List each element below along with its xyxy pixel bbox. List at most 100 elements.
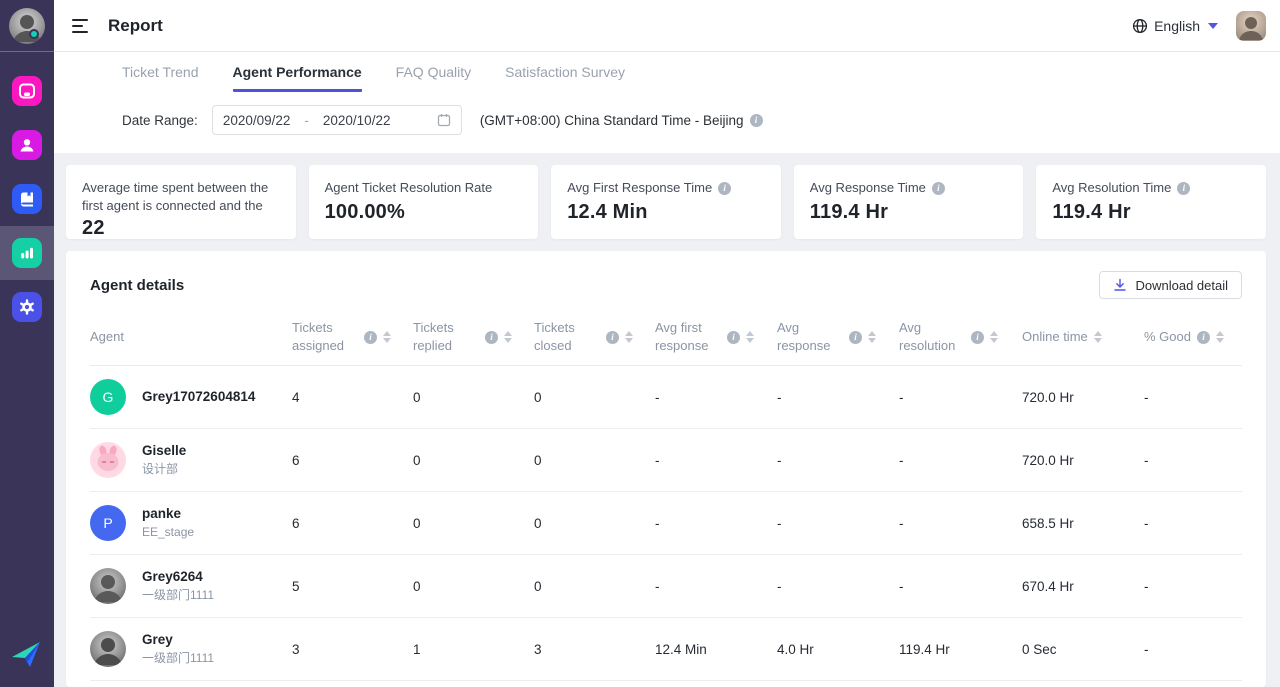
avg-first-response-value: -: [655, 516, 777, 531]
info-icon[interactable]: i: [1197, 331, 1210, 344]
sidebar-profile[interactable]: [0, 0, 54, 52]
agent-avatar: [90, 631, 126, 667]
tickets-assigned-value: 3: [292, 642, 413, 657]
tickets-closed-value: 0: [534, 516, 655, 531]
download-detail-button[interactable]: Download detail: [1099, 271, 1242, 299]
timezone-label: (GMT+08:00) China Standard Time - Beijin…: [480, 113, 744, 128]
online-time-value: 0 Sec: [1022, 642, 1144, 657]
stat-title: Avg Resolution Time: [1052, 179, 1171, 197]
info-icon[interactable]: i: [727, 331, 740, 344]
tickets-replied-value: 0: [413, 579, 534, 594]
download-detail-label: Download detail: [1135, 278, 1228, 293]
timezone-info-icon[interactable]: i: [750, 114, 763, 127]
stat-value: 100.00%: [325, 201, 523, 224]
inbox-icon: [12, 76, 42, 106]
download-icon: [1113, 278, 1127, 292]
avg-first-response-value: -: [655, 453, 777, 468]
menu-toggle-icon[interactable]: [72, 15, 94, 37]
stat-title: Avg First Response Time: [567, 179, 712, 197]
tickets-assigned-value: 6: [292, 453, 413, 468]
col-header-avg-first-response[interactable]: Avg first response i: [655, 319, 777, 355]
sort-icon[interactable]: [746, 331, 754, 343]
percent-good-value: -: [1144, 453, 1242, 468]
start-date-value[interactable]: 2020/09/22: [223, 113, 291, 128]
globe-icon: [1132, 18, 1148, 34]
percent-good-value: -: [1144, 390, 1242, 405]
stat-card-avg-handle-time: Average time spent between the first age…: [66, 165, 296, 239]
person-silhouette-icon: [9, 8, 45, 44]
col-header-tickets-closed[interactable]: Tickets closed i: [534, 319, 655, 355]
date-range-input[interactable]: 2020/09/22 - 2020/10/22: [212, 105, 462, 135]
info-icon[interactable]: i: [606, 331, 619, 344]
sidebar-item-contacts[interactable]: [0, 118, 54, 172]
info-icon[interactable]: i: [1177, 182, 1190, 195]
col-header-tickets-assigned[interactable]: Tickets assigned i: [292, 319, 413, 355]
info-icon[interactable]: i: [364, 331, 377, 344]
agent-avatar: P: [90, 505, 126, 541]
col-header-avg-response[interactable]: Avg response i: [777, 319, 899, 355]
sort-icon[interactable]: [383, 331, 391, 343]
agent-department: EE_stage: [142, 523, 194, 541]
sidebar-item-settings[interactable]: [0, 280, 54, 334]
table-row: Grey6264 一级部门1111 5 0 0 - - - 670.4 Hr -: [90, 555, 1242, 618]
agent-department: 一级部门1111: [142, 649, 214, 667]
tab-agent-performance[interactable]: Agent Performance: [233, 64, 362, 92]
tab-satisfaction-survey[interactable]: Satisfaction Survey: [505, 64, 625, 92]
table-row: Z Zonglu Zhang 3 0 3 - - - 470.1 Hr -: [90, 681, 1242, 687]
tickets-replied-value: 0: [413, 516, 534, 531]
paper-plane-icon: [10, 640, 44, 670]
stat-card-resolution-rate: Agent Ticket Resolution Rate 100.00%: [309, 165, 539, 239]
user-avatar[interactable]: [9, 8, 45, 44]
sort-icon[interactable]: [625, 331, 633, 343]
timezone-text: (GMT+08:00) China Standard Time - Beijin…: [480, 113, 763, 128]
info-icon[interactable]: i: [932, 182, 945, 195]
online-time-value: 720.0 Hr: [1022, 390, 1144, 405]
tickets-assigned-value: 6: [292, 516, 413, 531]
col-header-percent-good[interactable]: % Good i: [1144, 328, 1242, 346]
avg-resolution-value: -: [899, 579, 1022, 594]
col-header-avg-resolution[interactable]: Avg resolution i: [899, 319, 1022, 355]
gear-icon: [12, 292, 42, 322]
agent-avatar: G: [90, 379, 126, 415]
online-status-dot: [29, 29, 39, 39]
end-date-value[interactable]: 2020/10/22: [323, 113, 391, 128]
sidebar-item-knowledge-base[interactable]: [0, 172, 54, 226]
table-row: Giselle 设计部 6 0 0 - - - 720.0 Hr -: [90, 429, 1242, 492]
info-icon[interactable]: i: [849, 331, 862, 344]
agent-department: 一级部门1111: [142, 586, 214, 604]
online-time-value: 720.0 Hr: [1022, 453, 1144, 468]
bar-chart-icon: [12, 238, 42, 268]
avg-response-value: -: [777, 516, 899, 531]
online-time-value: 670.4 Hr: [1022, 579, 1144, 594]
sort-icon[interactable]: [1216, 331, 1224, 343]
sort-icon[interactable]: [504, 331, 512, 343]
sort-icon[interactable]: [868, 331, 876, 343]
agent-details-card: Agent details Download detail: [66, 251, 1266, 687]
avg-resolution-value: -: [899, 390, 1022, 405]
main-column: Report English: [54, 0, 1280, 687]
tickets-replied-value: 0: [413, 453, 534, 468]
col-header-tickets-replied[interactable]: Tickets replied i: [413, 319, 534, 355]
col-header-online-time[interactable]: Online time: [1022, 328, 1144, 346]
stat-value: 119.4 Hr: [810, 201, 1008, 224]
stat-card-avg-response: Avg Response Timei 119.4 Hr: [794, 165, 1024, 239]
sort-icon[interactable]: [990, 331, 998, 343]
tab-faq-quality[interactable]: FAQ Quality: [396, 64, 471, 92]
avg-resolution-value: -: [899, 516, 1022, 531]
avg-first-response-value: 12.4 Min: [655, 642, 777, 657]
sidebar-item-reports[interactable]: [0, 226, 54, 280]
avg-resolution-value: 119.4 Hr: [899, 642, 1022, 657]
language-selector[interactable]: English: [1132, 18, 1218, 34]
agent-department: 设计部: [142, 460, 186, 478]
info-icon[interactable]: i: [485, 331, 498, 344]
sort-icon[interactable]: [1094, 331, 1102, 343]
sidebar-item-inbox[interactable]: [0, 64, 54, 118]
page-title: Report: [108, 16, 163, 36]
info-icon[interactable]: i: [718, 182, 731, 195]
sidebar: [0, 0, 54, 687]
account-avatar[interactable]: [1236, 11, 1266, 41]
tickets-assigned-value: 4: [292, 390, 413, 405]
tab-ticket-trend[interactable]: Ticket Trend: [122, 64, 199, 92]
info-icon[interactable]: i: [971, 331, 984, 344]
date-separator: -: [304, 113, 309, 128]
